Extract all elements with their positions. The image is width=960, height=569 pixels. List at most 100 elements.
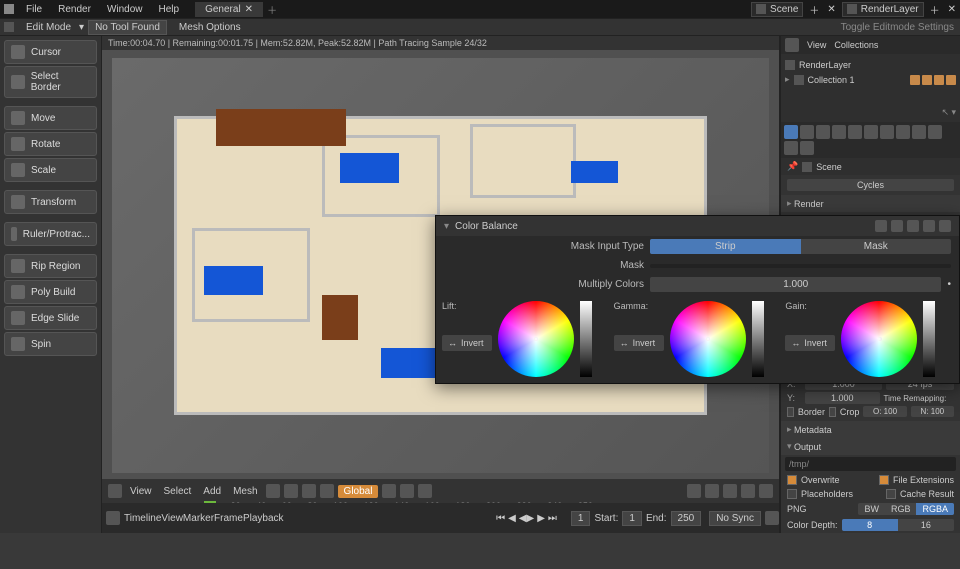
close-icon[interactable]: [939, 220, 951, 232]
output-tab-icon[interactable]: [800, 125, 814, 139]
color-mode-segment[interactable]: BW RGB RGBA: [858, 503, 954, 515]
timeline-editor-icon[interactable]: [106, 511, 120, 525]
color-depth-segment[interactable]: 8 16: [842, 519, 954, 531]
object-tab-icon[interactable]: [864, 125, 878, 139]
data-tab-icon[interactable]: [784, 141, 798, 155]
overwrite-checkbox[interactable]: [787, 475, 797, 485]
toggle-editmode-settings[interactable]: Toggle Editmode Settings: [841, 22, 954, 33]
render-panel-header[interactable]: ▸ Render: [781, 195, 960, 212]
autokey-icon[interactable]: [765, 511, 779, 525]
mesh-options[interactable]: Mesh Options: [171, 22, 249, 33]
render-engine-selector[interactable]: Cycles: [787, 179, 954, 191]
outliner-renderlayer-row[interactable]: RenderLayer: [785, 58, 956, 72]
mute-icon[interactable]: [891, 220, 903, 232]
play-icon[interactable]: ▶: [527, 513, 535, 524]
snap-icon[interactable]: [400, 484, 414, 498]
remap-new-field[interactable]: N: 100: [911, 406, 954, 417]
file-ext-checkbox[interactable]: [879, 475, 889, 485]
menu-help[interactable]: Help: [151, 4, 188, 15]
particle-tab-icon[interactable]: [896, 125, 910, 139]
tool-edge-slide[interactable]: Edge Slide: [4, 306, 97, 330]
outliner-collection-row[interactable]: ▸ Collection 1: [785, 72, 956, 87]
tool-select-border[interactable]: Select Border: [4, 66, 97, 98]
output-path-field[interactable]: /tmp/: [785, 457, 956, 471]
mask-input-type-tabs[interactable]: Strip Mask: [650, 239, 951, 254]
eye-icon[interactable]: [875, 220, 887, 232]
select-mode-face-icon[interactable]: [320, 484, 334, 498]
shading-rendered-icon[interactable]: [759, 484, 773, 498]
move-up-icon[interactable]: [907, 220, 919, 232]
tool-transform[interactable]: Transform: [4, 190, 97, 214]
gain-invert-button[interactable]: ↔Invert: [785, 335, 835, 351]
timeline-view-menu[interactable]: View: [161, 513, 183, 524]
lift-color-wheel[interactable]: [498, 301, 574, 377]
close-icon[interactable]: ✕: [245, 4, 253, 15]
pin-icon[interactable]: 📌: [787, 161, 798, 172]
tool-poly-build[interactable]: Poly Build: [4, 280, 97, 304]
proportional-icon[interactable]: [418, 484, 432, 498]
multiply-colors-slider[interactable]: 1.000: [650, 277, 941, 292]
tool-ruler[interactable]: Ruler/Protrac...: [4, 222, 97, 246]
timeline-playback-menu[interactable]: Playback: [243, 513, 284, 524]
lift-value-slider[interactable]: [580, 301, 592, 377]
start-frame-field[interactable]: 1: [622, 511, 642, 526]
jump-end-icon[interactable]: ⏭: [548, 513, 557, 524]
menu-file[interactable]: File: [18, 4, 50, 15]
constraint-tab-icon[interactable]: [928, 125, 942, 139]
shading-wire-icon[interactable]: [705, 484, 719, 498]
gamma-invert-button[interactable]: ↔Invert: [614, 335, 664, 351]
gain-value-slider[interactable]: [923, 301, 935, 377]
add-workspace-button[interactable]: ＋: [267, 2, 277, 17]
keyframe-prev-icon[interactable]: ◀: [505, 513, 519, 524]
gamma-value-slider[interactable]: [752, 301, 764, 377]
scene-selector[interactable]: Scene: [751, 2, 803, 17]
select-mode-edge-icon[interactable]: [302, 484, 316, 498]
depth-8-option[interactable]: 8: [842, 519, 898, 531]
modifier-tab-icon[interactable]: [880, 125, 894, 139]
visibility-icons[interactable]: [910, 75, 956, 85]
workspace-tab-general[interactable]: General ✕: [195, 2, 263, 17]
metadata-panel-header[interactable]: ▸ Metadata: [781, 421, 960, 438]
remove-layer-button[interactable]: ✕: [944, 4, 960, 15]
output-panel-header[interactable]: ▾ Output: [781, 438, 960, 455]
mode-selector[interactable]: Edit Mode: [18, 22, 79, 33]
viewlayer-tab-icon[interactable]: [816, 125, 830, 139]
current-frame-field[interactable]: 1: [571, 511, 591, 526]
scene-tab-icon[interactable]: [832, 125, 846, 139]
timeline-marker-menu[interactable]: Marker: [183, 513, 214, 524]
tool-cursor[interactable]: Cursor: [4, 40, 97, 64]
world-tab-icon[interactable]: [848, 125, 862, 139]
bw-option[interactable]: BW: [858, 503, 885, 515]
tool-spin[interactable]: Spin: [4, 332, 97, 356]
placeholders-checkbox[interactable]: [787, 489, 797, 499]
material-tab-icon[interactable]: [800, 141, 814, 155]
physics-tab-icon[interactable]: [912, 125, 926, 139]
gamma-color-wheel[interactable]: [670, 301, 746, 377]
rgb-option[interactable]: RGB: [885, 503, 917, 515]
pivot-icon[interactable]: [382, 484, 396, 498]
outliner-editor-icon[interactable]: [785, 38, 799, 52]
remap-old-field[interactable]: O: 100: [863, 406, 906, 417]
tool-scale[interactable]: Scale: [4, 158, 97, 182]
add-scene-button[interactable]: ＋: [805, 2, 823, 17]
render-tab-icon[interactable]: [784, 125, 798, 139]
format-selector[interactable]: PNG: [787, 504, 854, 514]
end-frame-field[interactable]: 250: [671, 511, 702, 526]
jump-start-icon[interactable]: ⏮: [496, 513, 505, 524]
timeline-menu[interactable]: Timeline: [124, 513, 161, 524]
disclosure-icon[interactable]: ▾: [444, 221, 449, 232]
play-reverse-icon[interactable]: ◀: [519, 513, 527, 524]
outliner-view-tab[interactable]: View: [807, 40, 826, 50]
crop-checkbox[interactable]: [829, 407, 836, 417]
tool-move[interactable]: Move: [4, 106, 97, 130]
shading-solid-icon[interactable]: [723, 484, 737, 498]
renderlayer-selector[interactable]: RenderLayer: [842, 2, 924, 17]
outliner-collections-tab[interactable]: Collections: [834, 40, 878, 50]
select-menu[interactable]: Select: [160, 486, 196, 497]
keyframe-dot-icon[interactable]: •: [947, 279, 951, 290]
cache-checkbox[interactable]: [886, 489, 896, 499]
editor-type-icon[interactable]: [108, 484, 122, 498]
tool-rip-region[interactable]: Rip Region: [4, 254, 97, 278]
menu-render[interactable]: Render: [50, 4, 99, 15]
mask-tab[interactable]: Mask: [801, 239, 952, 254]
